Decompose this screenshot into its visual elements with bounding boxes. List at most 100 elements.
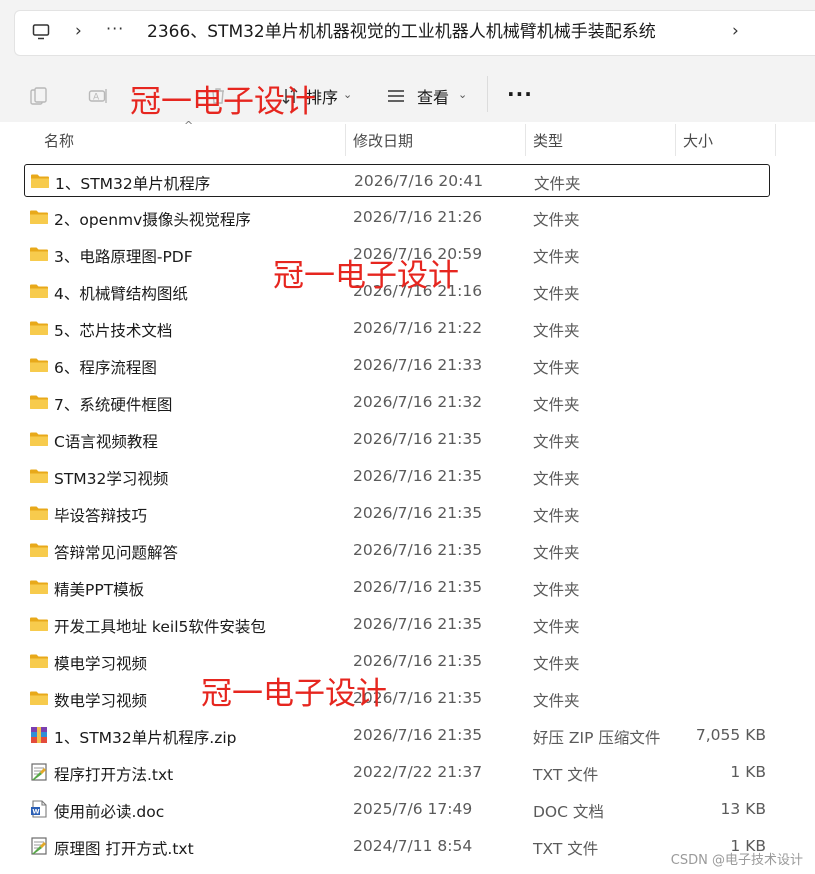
breadcrumb-chevron-icon[interactable]: › <box>732 21 739 41</box>
file-name[interactable]: 3、电路原理图-PDF <box>54 245 193 267</box>
folder-icon <box>29 503 49 523</box>
file-type: 文件夹 <box>533 655 580 673</box>
file-type: 文件夹 <box>533 581 580 599</box>
view-icon[interactable] <box>386 86 406 106</box>
file-row[interactable]: 模电学习视频 2026/7/16 21:35 文件夹 <box>24 645 770 678</box>
file-name[interactable]: 7、系统硬件框图 <box>54 393 172 415</box>
column-type[interactable]: 类型 <box>533 130 563 151</box>
zip-archive-icon <box>29 725 49 745</box>
column-divider[interactable] <box>775 124 776 156</box>
breadcrumb-overflow[interactable]: ··· <box>106 19 124 38</box>
file-name[interactable]: 2、openmv摄像头视觉程序 <box>54 208 251 230</box>
file-type: 文件夹 <box>533 433 580 451</box>
address-bar-region: › ··· 2366、STM32单片机机器视觉的工业机器人机械臂机械手装配系统 … <box>0 0 815 64</box>
column-name[interactable]: 名称 <box>44 130 74 151</box>
file-name[interactable]: C语言视频教程 <box>54 430 158 452</box>
folder-icon <box>29 466 49 486</box>
file-date-modified: 2026/7/16 21:35 <box>353 430 483 448</box>
breadcrumb-current-folder[interactable]: 2366、STM32单片机机器视觉的工业机器人机械臂机械手装配系统 <box>147 21 656 43</box>
folder-icon <box>29 244 49 264</box>
chevron-down-icon[interactable]: ⌄ <box>343 88 352 101</box>
folder-icon <box>29 651 49 671</box>
column-header: ^ 名称 修改日期 类型 大小 <box>0 119 815 156</box>
file-name[interactable]: 开发工具地址 keil5软件安装包 <box>54 615 266 637</box>
folder-icon <box>29 429 49 449</box>
file-date-modified: 2026/7/16 21:35 <box>353 578 483 596</box>
file-type: 文件夹 <box>533 507 580 525</box>
more-options-button[interactable]: ··· <box>507 82 533 106</box>
rename-icon[interactable]: A <box>88 86 108 106</box>
watermark-text: 冠一电子设计 <box>201 676 387 712</box>
file-row[interactable]: 答辩常见问题解答 2026/7/16 21:35 文件夹 <box>24 534 770 567</box>
file-type: 文件夹 <box>533 692 580 710</box>
breadcrumb-chevron-icon[interactable]: › <box>75 21 82 41</box>
file-row[interactable]: STM32学习视频 2026/7/16 21:35 文件夹 <box>24 460 770 493</box>
file-size: 1 KB <box>730 763 766 781</box>
file-name[interactable]: 原理图 打开方式.txt <box>54 837 194 859</box>
file-row[interactable]: 开发工具地址 keil5软件安装包 2026/7/16 21:35 文件夹 <box>24 608 770 641</box>
file-name[interactable]: 6、程序流程图 <box>54 356 157 378</box>
file-type: 文件夹 <box>533 211 580 229</box>
file-type: 文件夹 <box>533 470 580 488</box>
file-row[interactable]: 6、程序流程图 2026/7/16 21:33 文件夹 <box>24 349 770 382</box>
file-name[interactable]: 精美PPT模板 <box>54 578 144 600</box>
file-date-modified: 2026/7/16 21:35 <box>353 541 483 559</box>
file-type: TXT 文件 <box>533 840 599 858</box>
file-name[interactable]: 使用前必读.doc <box>54 800 164 822</box>
file-date-modified: 2026/7/16 21:35 <box>353 726 483 744</box>
column-divider[interactable] <box>675 124 676 156</box>
file-date-modified: 2026/7/16 21:35 <box>353 504 483 522</box>
watermark-text: 冠一电子设计 <box>273 258 459 294</box>
paste-icon[interactable] <box>28 86 48 106</box>
file-row[interactable]: W 使用前必读.doc 2025/7/6 17:49 DOC 文档 13 KB <box>24 793 770 826</box>
svg-text:W: W <box>32 808 39 816</box>
file-type: 文件夹 <box>533 544 580 562</box>
file-row[interactable]: 5、芯片技术文档 2026/7/16 21:22 文件夹 <box>24 312 770 345</box>
text-file-icon <box>29 836 49 856</box>
file-type: 文件夹 <box>533 396 580 414</box>
file-type: DOC 文档 <box>533 803 604 821</box>
file-name[interactable]: 程序打开方法.txt <box>54 763 173 785</box>
folder-icon <box>29 281 49 301</box>
word-doc-icon: W <box>29 799 49 819</box>
watermark-text: 冠一电子设计 <box>130 84 316 120</box>
file-name[interactable]: 1、STM32单片机程序.zip <box>54 726 236 748</box>
file-row[interactable]: 2、openmv摄像头视觉程序 2026/7/16 21:26 文件夹 <box>24 201 770 234</box>
chevron-down-icon[interactable]: ⌄ <box>458 88 467 101</box>
file-row[interactable]: C语言视频教程 2026/7/16 21:35 文件夹 <box>24 423 770 456</box>
file-row[interactable]: 1、STM32单片机程序.zip 2026/7/16 21:35 好压 ZIP 压缩… <box>24 719 770 752</box>
column-date-modified[interactable]: 修改日期 <box>353 130 413 151</box>
file-row[interactable]: 数电学习视频 2026/7/16 21:35 文件夹 <box>24 682 770 715</box>
file-row[interactable]: 7、系统硬件框图 2026/7/16 21:32 文件夹 <box>24 386 770 419</box>
file-type: 文件夹 <box>533 322 580 340</box>
column-divider[interactable] <box>345 124 346 156</box>
file-date-modified: 2025/7/6 17:49 <box>353 800 473 818</box>
file-size: 7,055 KB <box>695 726 766 744</box>
column-divider[interactable] <box>525 124 526 156</box>
view-button[interactable]: 查看 <box>417 88 449 108</box>
file-name[interactable]: 数电学习视频 <box>54 689 147 711</box>
file-type: 文件夹 <box>533 285 580 303</box>
file-name[interactable]: 1、STM32单片机程序 <box>55 172 210 194</box>
command-bar: A 排序 ⌄ 查看 ⌄ ··· <box>0 64 815 123</box>
file-row[interactable]: 原理图 打开方式.txt 2024/7/11 8:54 TXT 文件 1 KB <box>24 830 770 863</box>
column-size[interactable]: 大小 <box>683 130 713 151</box>
file-date-modified: 2026/7/16 21:22 <box>353 319 483 337</box>
file-type: 文件夹 <box>533 618 580 636</box>
computer-icon[interactable] <box>32 23 50 41</box>
file-name[interactable]: 4、机械臂结构图纸 <box>54 282 188 304</box>
file-date-modified: 2026/7/16 21:32 <box>353 393 483 411</box>
file-name[interactable]: 毕设答辩技巧 <box>54 504 147 526</box>
file-row[interactable]: 程序打开方法.txt 2022/7/22 21:37 TXT 文件 1 KB <box>24 756 770 789</box>
file-type: 文件夹 <box>534 175 581 193</box>
file-date-modified: 2026/7/16 21:35 <box>353 467 483 485</box>
folder-icon <box>30 171 50 191</box>
file-row[interactable]: 1、STM32单片机程序 2026/7/16 20:41 文件夹 <box>24 164 770 197</box>
file-row[interactable]: 毕设答辩技巧 2026/7/16 21:35 文件夹 <box>24 497 770 530</box>
file-name[interactable]: 答辩常见问题解答 <box>54 541 178 563</box>
file-name[interactable]: 5、芯片技术文档 <box>54 319 172 341</box>
file-name[interactable]: STM32学习视频 <box>54 467 168 489</box>
folder-icon <box>29 392 49 412</box>
file-row[interactable]: 精美PPT模板 2026/7/16 21:35 文件夹 <box>24 571 770 604</box>
file-name[interactable]: 模电学习视频 <box>54 652 147 674</box>
